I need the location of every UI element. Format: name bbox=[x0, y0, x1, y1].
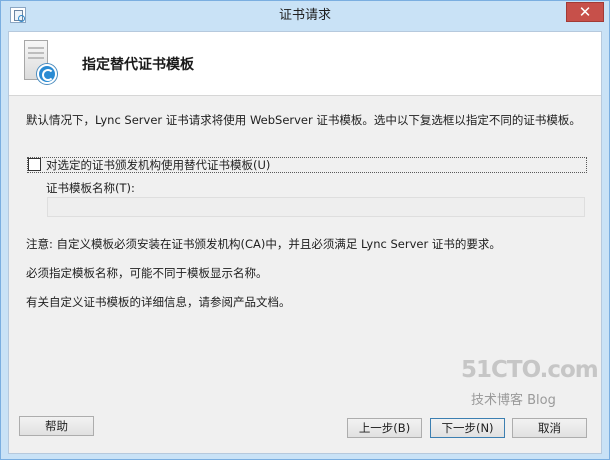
alternate-template-option[interactable]: 对选定的证书颁发机构使用替代证书模板(U) bbox=[27, 157, 587, 173]
site-watermark: 51CTO.com 技术博客 Blog bbox=[461, 357, 601, 417]
server-certificate-icon bbox=[24, 40, 60, 88]
refresh-icon bbox=[37, 64, 57, 84]
cancel-button[interactable]: 取消 bbox=[512, 418, 587, 438]
back-button[interactable]: 上一步(B) bbox=[347, 418, 422, 438]
template-name-input[interactable] bbox=[47, 197, 585, 217]
page-title: 指定替代证书模板 bbox=[82, 57, 194, 73]
window-title: 证书请求 bbox=[278, 8, 331, 23]
wizard-header: 指定替代证书模板 bbox=[9, 32, 601, 96]
description-text: 默认情况下，Lync Server 证书请求将使用 WebServer 证书模板… bbox=[26, 113, 581, 127]
watermark-logo-text: 51CTO.com bbox=[461, 357, 599, 383]
server-line bbox=[28, 47, 44, 49]
server-line bbox=[28, 52, 44, 54]
help-button[interactable]: 帮助 bbox=[19, 416, 94, 436]
next-button[interactable]: 下一步(N) bbox=[430, 418, 505, 438]
alternate-template-checkbox-label[interactable]: 对选定的证书颁发机构使用替代证书模板(U) bbox=[46, 158, 270, 172]
title-bar[interactable]: 证书请求 ✕ bbox=[1, 1, 609, 31]
close-button[interactable]: ✕ bbox=[566, 2, 604, 22]
server-line bbox=[28, 57, 44, 59]
certificate-request-window: 证书请求 ✕ 指定替代证书模板 默认情况下，Lync Server 证书请求将使… bbox=[0, 0, 610, 460]
note-template-name: 必须指定模板名称，可能不同于模板显示名称。 bbox=[26, 266, 268, 280]
watermark-subtitle: 技术博客 Blog bbox=[471, 393, 556, 408]
template-name-label: 证书模板名称(T): bbox=[46, 181, 135, 195]
note-product-docs: 有关自定义证书模板的详细信息，请参阅产品文档。 bbox=[26, 295, 291, 309]
alternate-template-checkbox[interactable] bbox=[28, 158, 41, 171]
note-ca-requirement: 注意: 自定义模板必须安装在证书颁发机构(CA)中，并且必须满足 Lync Se… bbox=[26, 237, 501, 251]
